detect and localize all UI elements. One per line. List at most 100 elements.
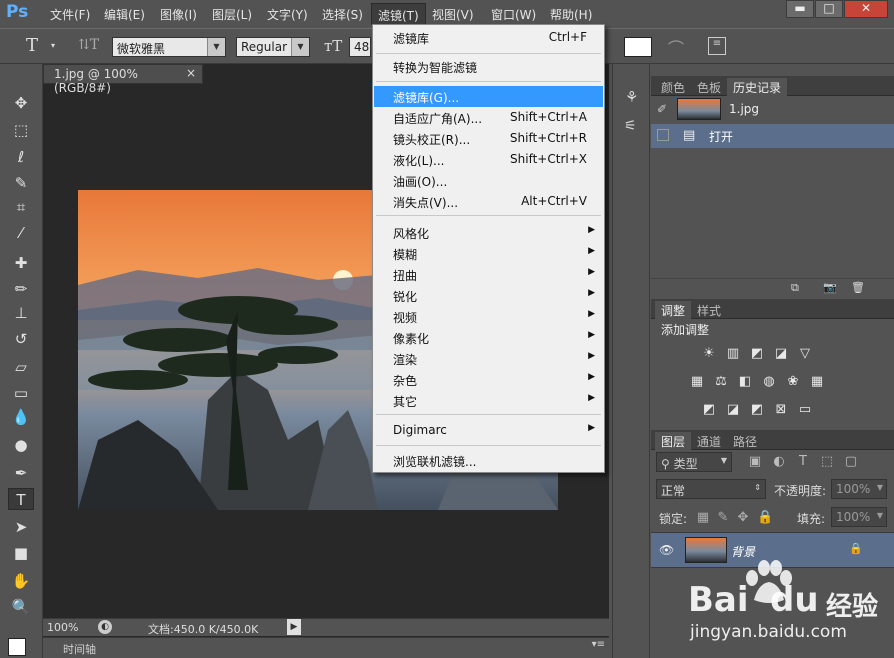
close-button[interactable]: ✕ [844,0,888,18]
curves-icon[interactable]: ◩ [749,346,765,362]
tab-channels[interactable]: 通道 [691,432,727,450]
gradient-map-icon[interactable]: ▭ [797,402,813,418]
hand-tool-icon[interactable]: ✋ [8,570,34,592]
channel-mixer-icon[interactable]: ❀ [785,374,801,390]
type-tool-icon[interactable]: T [26,35,38,56]
minimize-button[interactable]: ▬ [786,0,814,18]
lock-transparent-icon[interactable]: ▦ [695,510,711,526]
brightness-contrast-icon[interactable]: ☀ [701,346,717,362]
layer-name[interactable]: 背景 [731,543,755,560]
menu-item-last-filter[interactable]: 滤镜库 Ctrl+F [374,27,603,48]
exposure-icon[interactable]: ◪ [773,346,789,362]
menu-view[interactable]: 视图(V) [432,6,474,23]
selective-color-icon[interactable]: ⊠ [773,402,789,418]
menu-item-video[interactable]: 视频 ▶ [374,306,603,327]
filter-pixel-icon[interactable]: ▣ [747,454,763,470]
tab-layers[interactable]: 图层 [655,432,692,450]
filter-smart-object-icon[interactable]: ▢ [843,454,859,470]
tab-adjustments[interactable]: 调整 [655,301,692,319]
text-color-swatch[interactable] [624,37,652,57]
eyedropper-tool-icon[interactable]: ⁄ [8,222,34,244]
camera-icon[interactable]: 📷 [823,281,837,294]
lock-position-icon[interactable]: ✥ [735,510,751,526]
blur-tool-icon[interactable]: 💧 [8,406,34,428]
pen-tool-icon[interactable]: ✒ [8,462,34,484]
eraser-tool-icon[interactable]: ▱ [8,356,34,378]
character-panel-icon[interactable]: ≡ [708,37,726,55]
menu-type[interactable]: 文字(Y) [267,6,308,23]
menu-item-noise[interactable]: 杂色 ▶ [374,369,603,390]
type-tool-icon[interactable]: T [8,488,34,510]
status-info-icon[interactable]: ◐ [98,620,112,634]
levels-icon[interactable]: ▥ [725,346,741,362]
font-size-select[interactable]: 48 [349,37,371,57]
blend-mode-select[interactable]: 正常 ⇕ [656,479,766,499]
new-document-from-state-icon[interactable]: ⧉ [791,281,799,295]
menu-item-render[interactable]: 渲染 ▶ [374,348,603,369]
menu-item-liquify[interactable]: 液化(L)... Shift+Ctrl+X [374,149,603,170]
text-orientation-icon[interactable]: ⇅T [78,37,99,53]
menu-item-distort[interactable]: 扭曲 ▶ [374,264,603,285]
menu-item-convert-smart-filters[interactable]: 转换为智能滤镜 [374,56,603,77]
menu-window[interactable]: 窗口(W) [491,6,536,23]
dodge-tool-icon[interactable]: ● [8,434,34,456]
history-brush-source-icon[interactable]: ✐ [657,102,667,116]
tab-swatches[interactable]: 色板 [691,78,727,96]
zoom-level[interactable]: 100% [47,621,78,634]
menu-edit[interactable]: 编辑(E) [104,6,145,23]
history-step[interactable]: ▤ 打开 [651,124,894,148]
font-family-select[interactable]: 微软雅黑 ▼ [112,37,226,57]
menu-help[interactable]: 帮助(H) [550,6,592,23]
warp-text-icon[interactable]: ⌒ [668,35,684,59]
lock-all-icon[interactable]: 🔒 [757,510,773,526]
photo-filter-icon[interactable]: ◍ [761,374,777,390]
fill-field[interactable]: 100% ▼ [831,507,887,527]
hue-saturation-icon[interactable]: ▦ [689,374,705,390]
crop-tool-icon[interactable]: ⌗ [8,196,34,218]
close-icon[interactable]: × [186,66,196,80]
menu-image[interactable]: 图像(I) [160,6,197,23]
trash-icon[interactable]: 🗑 [851,281,865,294]
menu-item-stylize[interactable]: 风格化 ▶ [374,222,603,243]
lock-image-icon[interactable]: ✎ [715,510,731,526]
marquee-tool-icon[interactable]: ⬚ [8,119,34,141]
menu-item-vanishing-point[interactable]: 消失点(V)... Alt+Ctrl+V [374,191,603,212]
move-tool-icon[interactable]: ✥ [8,92,34,114]
maximize-button[interactable]: □ [815,0,843,18]
gradient-tool-icon[interactable]: ▭ [8,382,34,404]
font-style-select[interactable]: Regular ▼ [236,37,310,57]
filter-type-icon[interactable]: T [795,454,811,470]
path-selection-tool-icon[interactable]: ➤ [8,516,34,538]
history-brush-checkbox[interactable] [657,129,669,141]
menu-item-pixelate[interactable]: 像素化 ▶ [374,327,603,348]
layer-filter-select[interactable]: ⚲ 类型 ▼ [656,452,732,472]
timeline-panel-tab[interactable]: 时间轴 ▾≡ [43,637,609,658]
status-menu-arrow-icon[interactable]: ▶ [287,619,301,635]
tab-history[interactable]: 历史记录 [727,78,788,96]
menu-item-lens-correction[interactable]: 镜头校正(R)... Shift+Ctrl+R [374,128,603,149]
vibrance-icon[interactable]: ▽ [797,346,813,362]
history-brush-tool-icon[interactable]: ↺ [8,328,34,350]
history-snapshot[interactable]: ✐ 1.jpg [651,96,894,124]
menu-item-sharpen[interactable]: 锐化 ▶ [374,285,603,306]
foreground-color-swatch[interactable] [8,638,26,656]
threshold-icon[interactable]: ◩ [749,402,765,418]
brush-preset-icon[interactable]: ⚘ [625,88,638,106]
color-lookup-icon[interactable]: ▦ [809,374,825,390]
tool-preset-arrow-icon[interactable]: ▾ [51,41,55,50]
menu-item-blur[interactable]: 模糊 ▶ [374,243,603,264]
black-white-icon[interactable]: ◧ [737,374,753,390]
color-balance-icon[interactable]: ⚖ [713,374,729,390]
lasso-tool-icon[interactable]: ℓ [8,146,34,168]
menu-select[interactable]: 选择(S) [322,6,363,23]
tab-paths[interactable]: 路径 [727,432,763,450]
zoom-tool-icon[interactable]: 🔍 [8,596,34,618]
menu-layer[interactable]: 图层(L) [212,6,252,23]
opacity-field[interactable]: 100% ▼ [831,479,887,499]
panel-menu-icon[interactable]: ▾≡ [592,639,605,650]
menu-item-digimarc[interactable]: Digimarc ▶ [374,420,603,441]
tab-styles[interactable]: 样式 [691,301,727,319]
rectangle-tool-icon[interactable]: ■ [8,542,34,564]
menu-item-filter-gallery[interactable]: 滤镜库(G)... [374,86,603,107]
document-tab[interactable]: 1.jpg @ 100%(RGB/8#) × [43,64,203,95]
